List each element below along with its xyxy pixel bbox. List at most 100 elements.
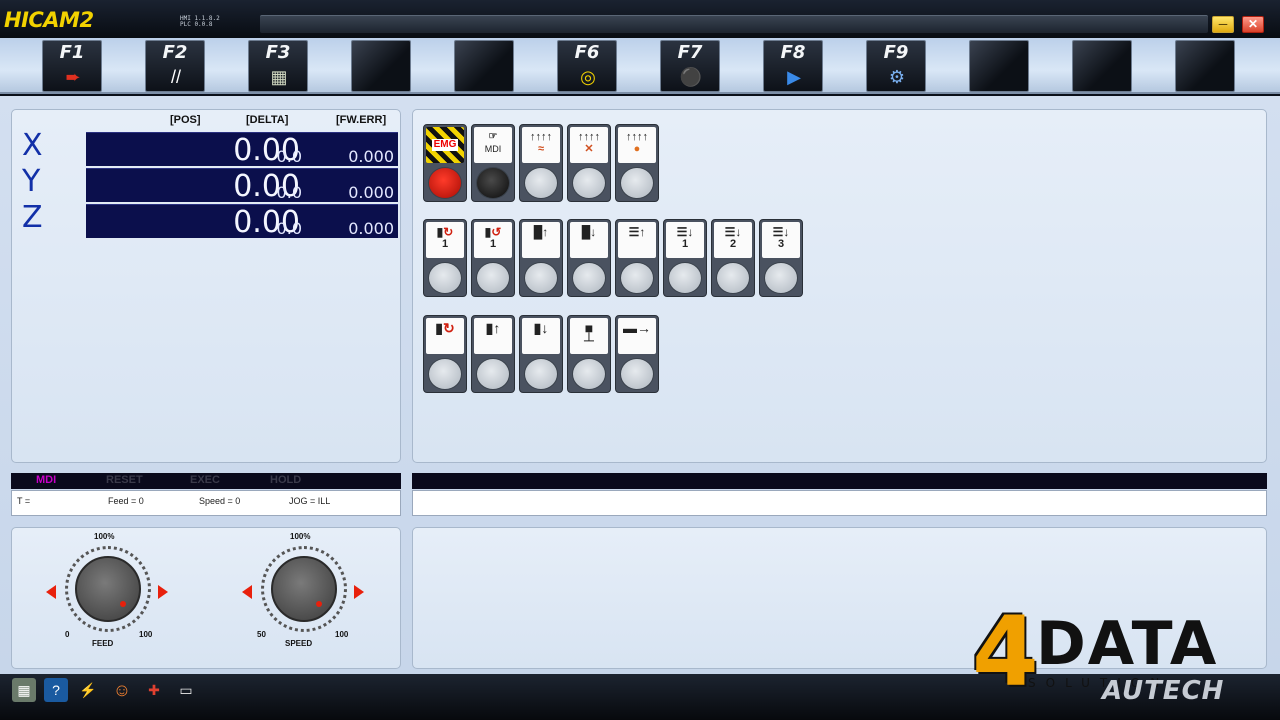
button-number: 1: [441, 238, 449, 250]
axis-y-label: Y: [22, 164, 41, 199]
delta-header: [DELTA]: [246, 114, 289, 126]
fkey-f8[interactable]: F8 ▶: [763, 40, 823, 92]
table-1-lamp: [668, 262, 702, 294]
mode-exec[interactable]: EXEC: [190, 474, 220, 486]
clamp-release-lamp: [524, 167, 558, 199]
pos-header: [POS]: [170, 114, 201, 126]
fkey-f6[interactable]: F6 ◎: [557, 40, 617, 92]
fkey-label: F6: [574, 42, 600, 63]
feed-label: FEED: [92, 639, 114, 648]
fkey-blank-5[interactable]: [454, 40, 514, 92]
speed-percent: 100%: [290, 532, 311, 541]
calculator-icon[interactable]: ▦: [12, 678, 36, 702]
message-field: [412, 490, 1267, 516]
button-number: 2: [729, 238, 737, 250]
grid-icon: ▦: [270, 67, 288, 87]
fkey-label: F7: [677, 42, 703, 63]
mdi-button[interactable]: ☞ MDI: [471, 124, 515, 202]
emg-label: EMG: [431, 139, 459, 151]
spindle-down-lamp: [524, 358, 558, 390]
keyboard-icon[interactable]: ▭: [174, 678, 198, 702]
home-target-icon: ◎: [580, 67, 596, 87]
table-up-button[interactable]: ☰↑: [615, 219, 659, 297]
spindle-down-icon: ▮↓: [522, 318, 560, 354]
feed-override-knob[interactable]: [75, 556, 141, 622]
brand-logo-data: DATA: [1036, 609, 1219, 679]
spindle-up-button[interactable]: ▮↑: [471, 315, 515, 393]
feed-max: 100: [139, 630, 153, 639]
table-2-icon: ☰↓ 2: [714, 222, 752, 258]
table-3-button[interactable]: ☰↓ 3: [759, 219, 803, 297]
fkey-label: F2: [162, 42, 188, 63]
close-button[interactable]: ✕: [1242, 16, 1264, 33]
head-vertical-button[interactable]: ■ ┴: [567, 315, 611, 393]
speed-label: SPEED: [285, 639, 313, 648]
fkey-f3[interactable]: F3 ▦: [248, 40, 308, 92]
fkey-blank-4[interactable]: [351, 40, 411, 92]
tool-rotate-button[interactable]: ▮↻ 1: [423, 219, 467, 297]
help-icon[interactable]: ?: [44, 678, 68, 702]
tool-down-button[interactable]: █↓: [567, 219, 611, 297]
axis-z-delta: 0.0: [276, 219, 302, 238]
table-up-lamp: [620, 262, 654, 294]
fkey-blank-12[interactable]: [1175, 40, 1235, 92]
user-face-icon[interactable]: ☺: [110, 678, 134, 702]
speed-increase-arrow[interactable]: [354, 585, 364, 599]
head-horizontal-button[interactable]: ▬→: [615, 315, 659, 393]
mode-reset[interactable]: RESET: [106, 474, 143, 486]
fkey-f2[interactable]: F2 //: [145, 40, 205, 92]
table-3-lamp: [764, 262, 798, 294]
feed-increase-arrow[interactable]: [158, 585, 168, 599]
speed-decrease-arrow[interactable]: [242, 585, 252, 599]
button-number: 3: [777, 238, 785, 250]
network-icon[interactable]: ✚: [142, 678, 166, 702]
vacuum-lamp: [620, 167, 654, 199]
tool-down-icon: █↓: [570, 222, 608, 258]
axis-x-ferr: 0.000: [348, 147, 394, 166]
feed-min: 0: [65, 630, 70, 639]
gears-icon: ⚙: [888, 67, 906, 87]
tool-rotate-ccw-button[interactable]: ▮↺ 1: [471, 219, 515, 297]
tool-up-button[interactable]: █↑: [519, 219, 563, 297]
fkey-f9[interactable]: F9 ⚙: [866, 40, 926, 92]
fkey-blank-11[interactable]: [1072, 40, 1132, 92]
mdi-lamp: [476, 167, 510, 199]
table-2-lamp: [716, 262, 750, 294]
minimize-button[interactable]: ─: [1212, 16, 1234, 33]
speed-knob-indicator: [316, 601, 322, 607]
table-2-button[interactable]: ☰↓ 2: [711, 219, 755, 297]
tool-rotate-ccw-lamp: [476, 262, 510, 294]
spindle-rotate-button[interactable]: ▮↻: [423, 315, 467, 393]
button-number: 1: [489, 238, 497, 250]
table-1-button[interactable]: ☰↓ 1: [663, 219, 707, 297]
arrow-in-icon: ➨: [65, 67, 81, 87]
table-3-icon: ☰↓ 3: [762, 222, 800, 258]
mdi-label: MDI: [484, 144, 502, 154]
feed-readout: Feed = 0: [108, 496, 144, 506]
clamp-off-lamp: [572, 167, 606, 199]
speed-readout: Speed = 0: [199, 496, 241, 506]
feed-decrease-arrow[interactable]: [46, 585, 56, 599]
tool-readout: T =: [17, 496, 31, 506]
emergency-stop-button[interactable]: EMG: [423, 124, 467, 202]
spindle-rotate-lamp: [428, 358, 462, 390]
fkey-f7[interactable]: F7 ⚫: [660, 40, 720, 92]
vacuum-button[interactable]: ↑↑↑↑ ●: [615, 124, 659, 202]
power-tools-icon[interactable]: ⚡: [76, 678, 100, 702]
joystick-icon: ⚫: [679, 67, 703, 87]
fkey-label: F3: [265, 42, 291, 63]
axis-x-label: X: [22, 128, 43, 163]
mode-mdi[interactable]: MDI: [36, 474, 56, 486]
mode-hold[interactable]: HOLD: [270, 474, 301, 486]
axis-y-ferr: 0.000: [348, 183, 394, 202]
clamp-release-button[interactable]: ↑↑↑↑ ≈: [519, 124, 563, 202]
clamp-off-button[interactable]: ↑↑↑↑ ✕: [567, 124, 611, 202]
speed-override-knob[interactable]: [271, 556, 337, 622]
emg-label-plate: EMG: [426, 127, 464, 163]
fkey-f1[interactable]: F1 ➨: [42, 40, 102, 92]
spindle-down-button[interactable]: ▮↓: [519, 315, 563, 393]
fkey-blank-10[interactable]: [969, 40, 1029, 92]
app-logo: HICAM2: [4, 8, 94, 32]
tool-up-icon: █↑: [522, 222, 560, 258]
double-slash-icon: //: [170, 67, 181, 87]
